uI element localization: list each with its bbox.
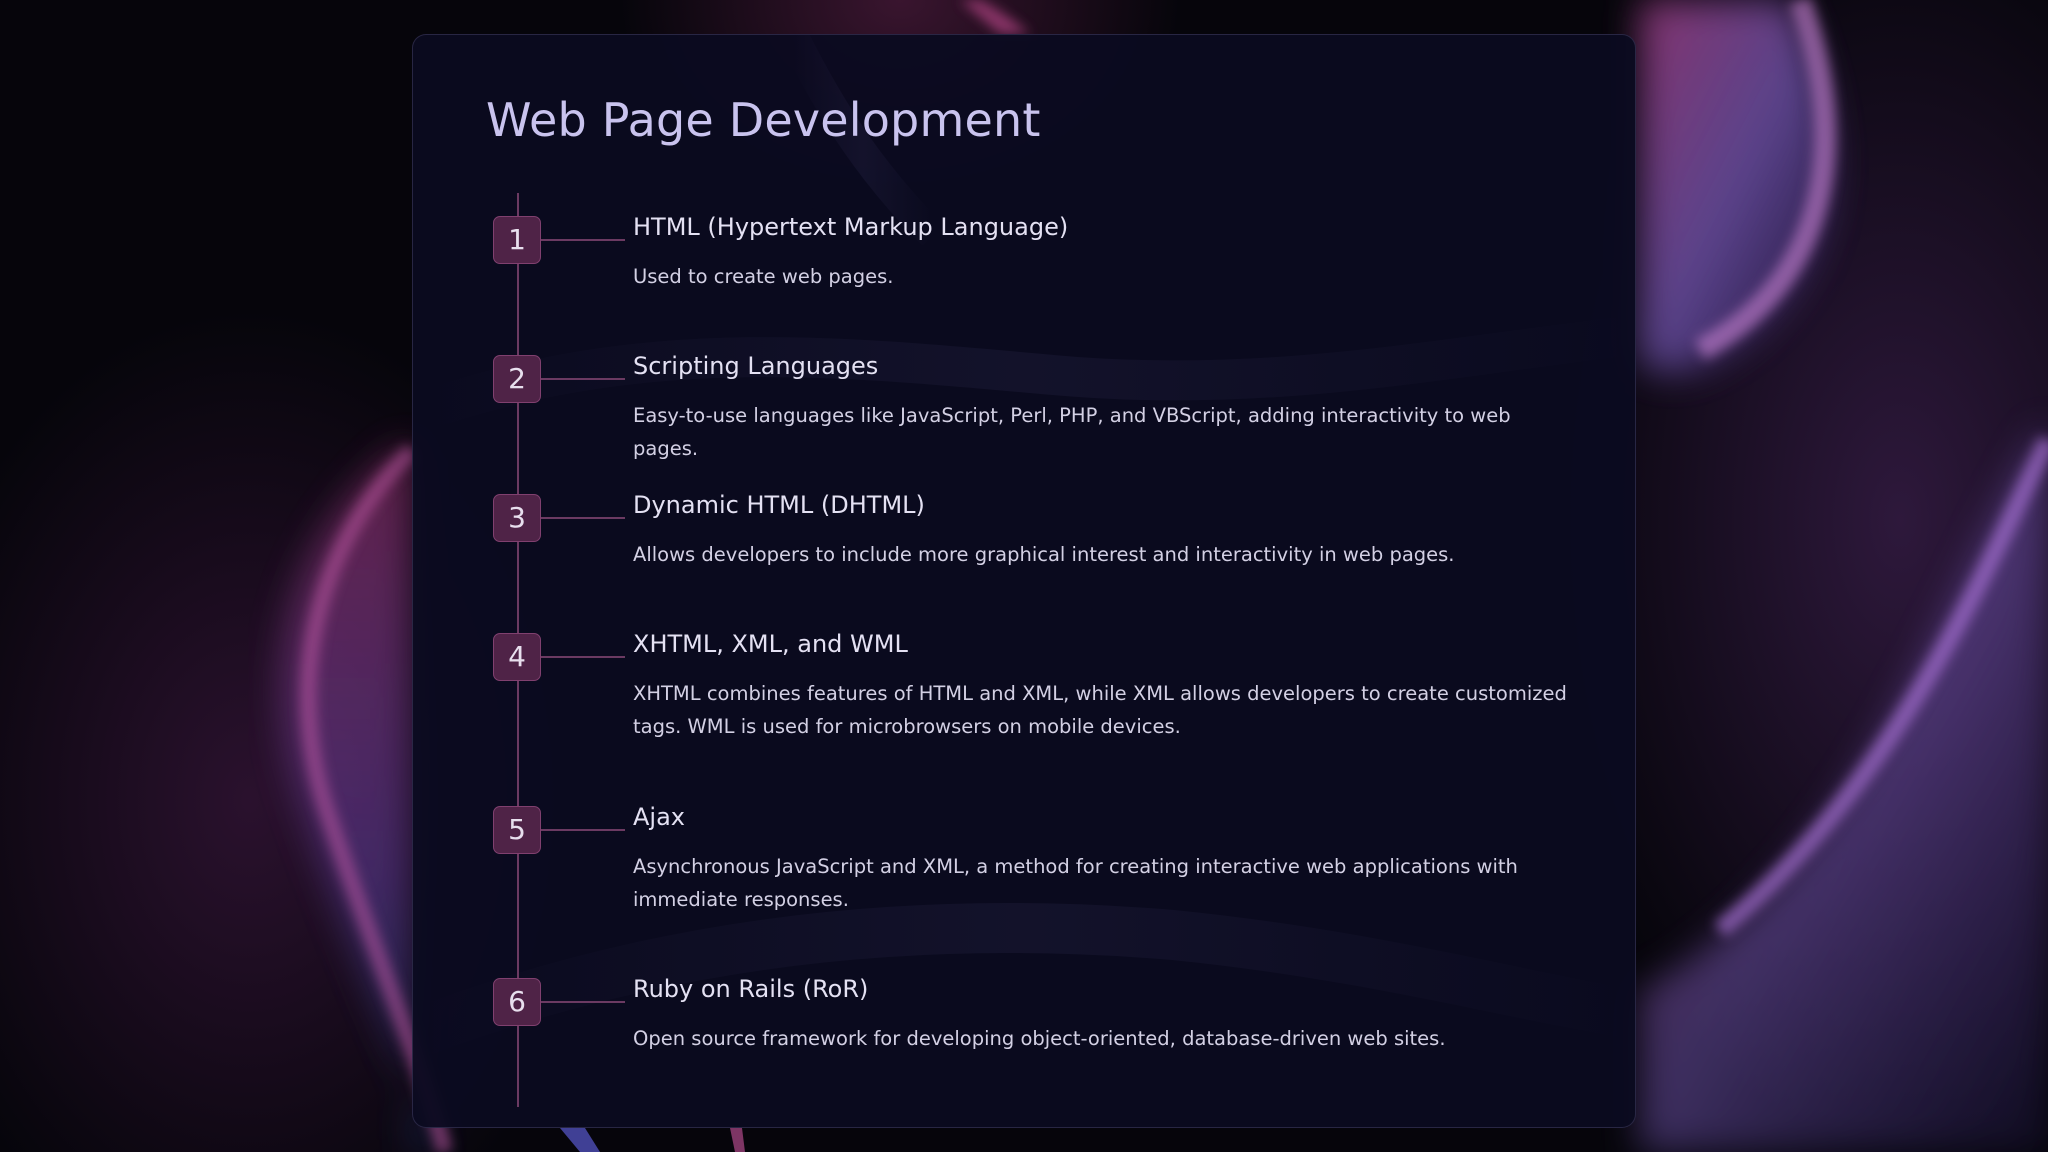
- slide: Web Page Development 1 HTML (Hypertext M…: [0, 0, 2048, 1152]
- step-number-badge: 4: [493, 633, 541, 681]
- step-number-badge: 5: [493, 806, 541, 854]
- step-description: Open source framework for developing obj…: [633, 1027, 1446, 1050]
- card-sheen: [413, 35, 1635, 1059]
- step-title: HTML (Hypertext Markup Language): [633, 213, 1069, 241]
- step-number-badge: 2: [493, 355, 541, 403]
- step-description: Allows developers to include more graphi…: [633, 543, 1455, 566]
- step-title: Ruby on Rails (RoR): [633, 975, 869, 1003]
- step-title: Ajax: [633, 803, 685, 831]
- step-connector: [541, 239, 625, 241]
- step-description: Used to create web pages.: [633, 265, 894, 288]
- step-connector: [541, 517, 625, 519]
- step-description: Easy-to-use languages like JavaScript, P…: [633, 404, 1511, 460]
- step-number-badge: 3: [493, 494, 541, 542]
- step-description: XHTML combines features of HTML and XML,…: [633, 682, 1567, 738]
- step-description: Asynchronous JavaScript and XML, a metho…: [633, 855, 1518, 911]
- step-title: XHTML, XML, and WML: [633, 630, 908, 658]
- step-title: Dynamic HTML (DHTML): [633, 491, 925, 519]
- page-title: Web Page Development: [486, 93, 1041, 147]
- step-title: Scripting Languages: [633, 352, 879, 380]
- step-number-badge: 1: [493, 216, 541, 264]
- step-connector: [541, 1001, 625, 1003]
- step-number-badge: 6: [493, 978, 541, 1026]
- step-connector: [541, 656, 625, 658]
- step-connector: [541, 378, 625, 380]
- step-connector: [541, 829, 625, 831]
- content-card: Web Page Development 1 HTML (Hypertext M…: [412, 34, 1636, 1128]
